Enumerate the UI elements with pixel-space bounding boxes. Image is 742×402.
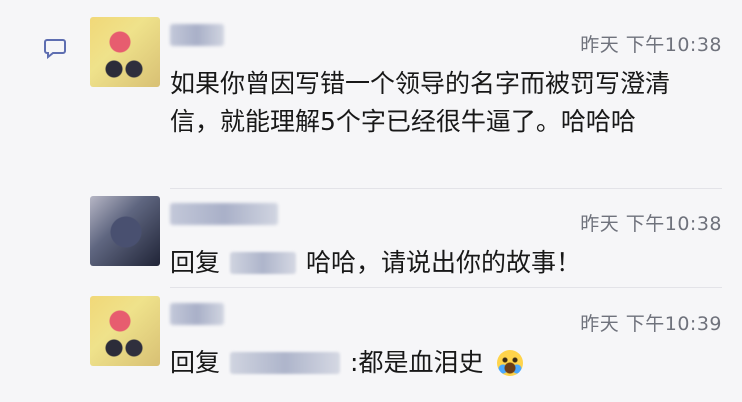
reply-target-name[interactable] [230, 352, 341, 374]
reply-content: 哈哈，请说出你的故事！ [306, 248, 582, 277]
divider [170, 188, 722, 189]
reply-text: 回复 哈哈，请说出你的故事！ [170, 244, 706, 282]
reply-target-name[interactable] [230, 252, 297, 274]
comment-item[interactable]: 昨天 下午10:38 回复 哈哈，请说出你的故事！ [82, 196, 722, 289]
comment-icon [44, 39, 66, 59]
comment-item[interactable]: 昨天 下午10:38 如果你曾因写错一个领导的名字而被罚写澄清信，就能理解5个字… [82, 17, 722, 187]
avatar[interactable] [90, 296, 160, 366]
avatar[interactable] [90, 196, 160, 266]
reply-text: 回复 :都是血泪史 [170, 344, 706, 382]
reply-content: :都是血泪史 [350, 348, 484, 377]
timestamp: 昨天 下午10:39 [580, 313, 722, 335]
author-name[interactable] [170, 303, 224, 325]
reply-prefix: 回复 [170, 248, 221, 277]
author-name[interactable] [170, 203, 278, 225]
comment-item[interactable]: 昨天 下午10:39 回复 :都是血泪史 [82, 296, 722, 402]
laughing-emoji-icon [497, 350, 524, 376]
reply-prefix: 回复 [170, 348, 221, 377]
divider [170, 287, 722, 288]
timestamp: 昨天 下午10:38 [580, 213, 722, 235]
comments-panel: 昨天 下午10:38 如果你曾因写错一个领导的名字而被罚写澄清信，就能理解5个字… [0, 0, 742, 402]
avatar[interactable] [90, 17, 160, 87]
comment-text: 如果你曾因写错一个领导的名字而被罚写澄清信，就能理解5个字已经很牛逼了。哈哈哈 [170, 69, 671, 136]
timestamp: 昨天 下午10:38 [580, 34, 722, 56]
author-name[interactable] [170, 24, 224, 46]
